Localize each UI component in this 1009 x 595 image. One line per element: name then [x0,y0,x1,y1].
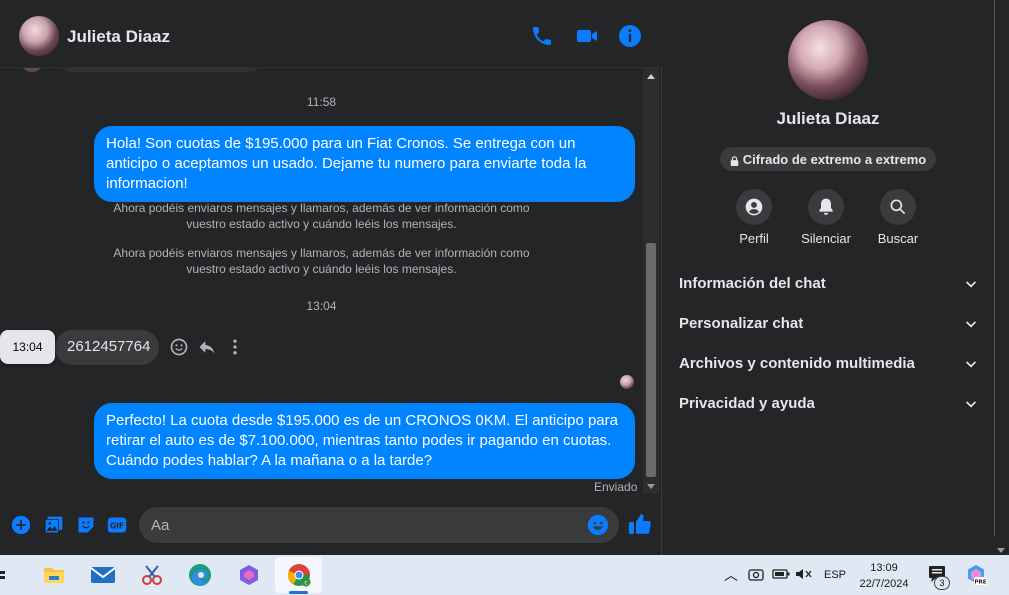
more-icon[interactable] [225,337,245,357]
active-app-indicator [289,591,308,594]
e2e-label: Cifrado de extremo a extremo [742,151,927,167]
emoji-icon[interactable] [587,514,609,536]
contact-avatar[interactable] [19,16,59,56]
bell-icon[interactable] [808,189,844,225]
section-label: Información del chat [679,275,826,292]
sent-status: Enviado [594,480,638,494]
message-line: retirar el auto es de $7.100.000, mientr… [106,432,612,449]
system-message: Ahora podéis enviaros mensajes y llamaro… [0,245,643,277]
outgoing-message[interactable]: Hola! Son cuotas de $195.000 para un Fia… [94,126,635,202]
clock[interactable]: 13:09 22/7/2024 [857,560,911,592]
file-explorer-icon[interactable] [42,563,66,587]
snipping-tool-icon[interactable] [140,563,164,587]
timestamp: 13:04 [306,299,337,313]
notification-count-badge: 3 [934,576,950,590]
sticker-icon[interactable] [76,515,96,535]
chat-pane: Julieta Diaaz 11:58 Hola! Son cuotas de … [0,0,662,555]
scroll-down-arrow[interactable] [643,478,659,494]
react-icon[interactable] [169,337,189,357]
info-pane: Julieta Diaaz Cifrado de extremo a extre… [663,0,993,555]
lock-icon [730,154,739,166]
language-indicator[interactable]: ESP [824,569,846,581]
svg-text:c: c [304,580,307,587]
mute-label: Silenciar [801,231,851,246]
phone-icon[interactable] [530,24,554,48]
search-icon[interactable] [880,189,916,225]
chevron-down-icon [963,397,979,413]
edge-icon[interactable] [188,563,212,587]
seen-avatar [620,375,634,389]
chevron-down-icon [963,317,979,333]
clock-time: 13:09 [870,562,898,574]
scroll-thumb[interactable] [646,243,656,477]
section-customize-chat[interactable]: Personalizar chat [679,315,979,339]
page-scroll-down-arrow[interactable] [997,548,1005,553]
outgoing-message[interactable]: Perfecto! La cuota desde $195.000 es de … [94,403,635,479]
system-message-line: vuestro estado activo y cuándo leéis los… [186,262,457,276]
photo-icon[interactable] [44,515,64,535]
section-privacy-help[interactable]: Privacidad y ayuda [679,395,979,419]
reply-icon[interactable] [197,337,217,357]
task-view-icon[interactable] [0,563,8,587]
system-message: Ahora podéis enviaros mensajes y llamaro… [0,200,643,232]
chat-header: Julieta Diaaz [0,0,662,68]
scroll-up-arrow[interactable] [643,68,659,84]
camera-icon[interactable] [748,566,764,582]
time-tooltip: 13:04 [0,330,55,364]
section-label: Privacidad y ayuda [679,395,815,412]
composer: GIF Aa [0,494,662,555]
chevron-up-icon[interactable]: ︿ [724,565,738,585]
message-line: Cuándo podes hablar? A la mañana o a la … [106,452,433,469]
copilot-icon[interactable] [237,563,261,587]
chevron-down-icon [963,277,979,293]
info-icon[interactable] [618,24,642,48]
gif-icon[interactable]: GIF [107,515,127,535]
page-scroll-thumb[interactable] [994,0,1006,536]
search-button[interactable]: Buscar [858,189,938,246]
message-line: Perfecto! La cuota desde $195.000 es de … [106,412,618,429]
info-contact-name: Julieta Diaaz [776,109,880,128]
timestamp: 11:58 [306,95,337,109]
previous-bubble [60,68,262,72]
volume-muted-icon[interactable] [795,567,813,581]
video-icon[interactable] [575,24,599,48]
message-input[interactable]: Aa [139,507,619,543]
system-message-line: Ahora podéis enviaros mensajes y llamaro… [113,246,530,260]
mail-icon[interactable] [90,563,116,587]
page-scrollbar[interactable] [993,0,1009,555]
section-chat-info[interactable]: Información del chat [679,275,979,299]
messenger-app: Julieta Diaaz 11:58 Hola! Son cuotas de … [0,0,1009,555]
system-message-line: Ahora podéis enviaros mensajes y llamaro… [113,201,530,215]
svg-text:PRE: PRE [974,579,986,585]
incoming-message[interactable]: 2612457764 [55,330,159,365]
taskbar: c ︿ ESP 13:09 22/7/2024 3 PRE [0,555,1009,595]
search-label: Buscar [877,231,919,246]
profile-button[interactable]: Perfil [714,189,794,246]
section-media-files[interactable]: Archivos y contenido multimedia [679,355,979,379]
clock-date: 22/7/2024 [859,578,909,590]
mute-button[interactable]: Silenciar [786,189,866,246]
section-label: Personalizar chat [679,315,804,332]
contact-avatar-large[interactable] [788,20,868,100]
chrome-icon[interactable]: c [287,563,311,587]
like-icon[interactable] [628,512,652,536]
chevron-down-icon [963,357,979,373]
plus-icon[interactable] [11,515,31,535]
svg-text:GIF: GIF [110,521,124,530]
message-input-placeholder: Aa [151,517,170,534]
copilot-pre-icon[interactable]: PRE [965,564,987,586]
profile-label: Perfil [739,231,769,246]
e2e-badge[interactable]: Cifrado de extremo a extremo [720,147,936,171]
chat-scrollbar[interactable] [643,68,659,494]
battery-icon[interactable] [772,567,790,581]
previous-avatar [20,68,44,72]
contact-name[interactable]: Julieta Diaaz [67,27,170,47]
system-message-line: vuestro estado activo y cuándo leéis los… [186,217,457,231]
message-list[interactable]: 11:58 Hola! Son cuotas de $195.000 para … [0,68,643,494]
section-label: Archivos y contenido multimedia [679,355,915,372]
profile-icon[interactable] [736,189,772,225]
